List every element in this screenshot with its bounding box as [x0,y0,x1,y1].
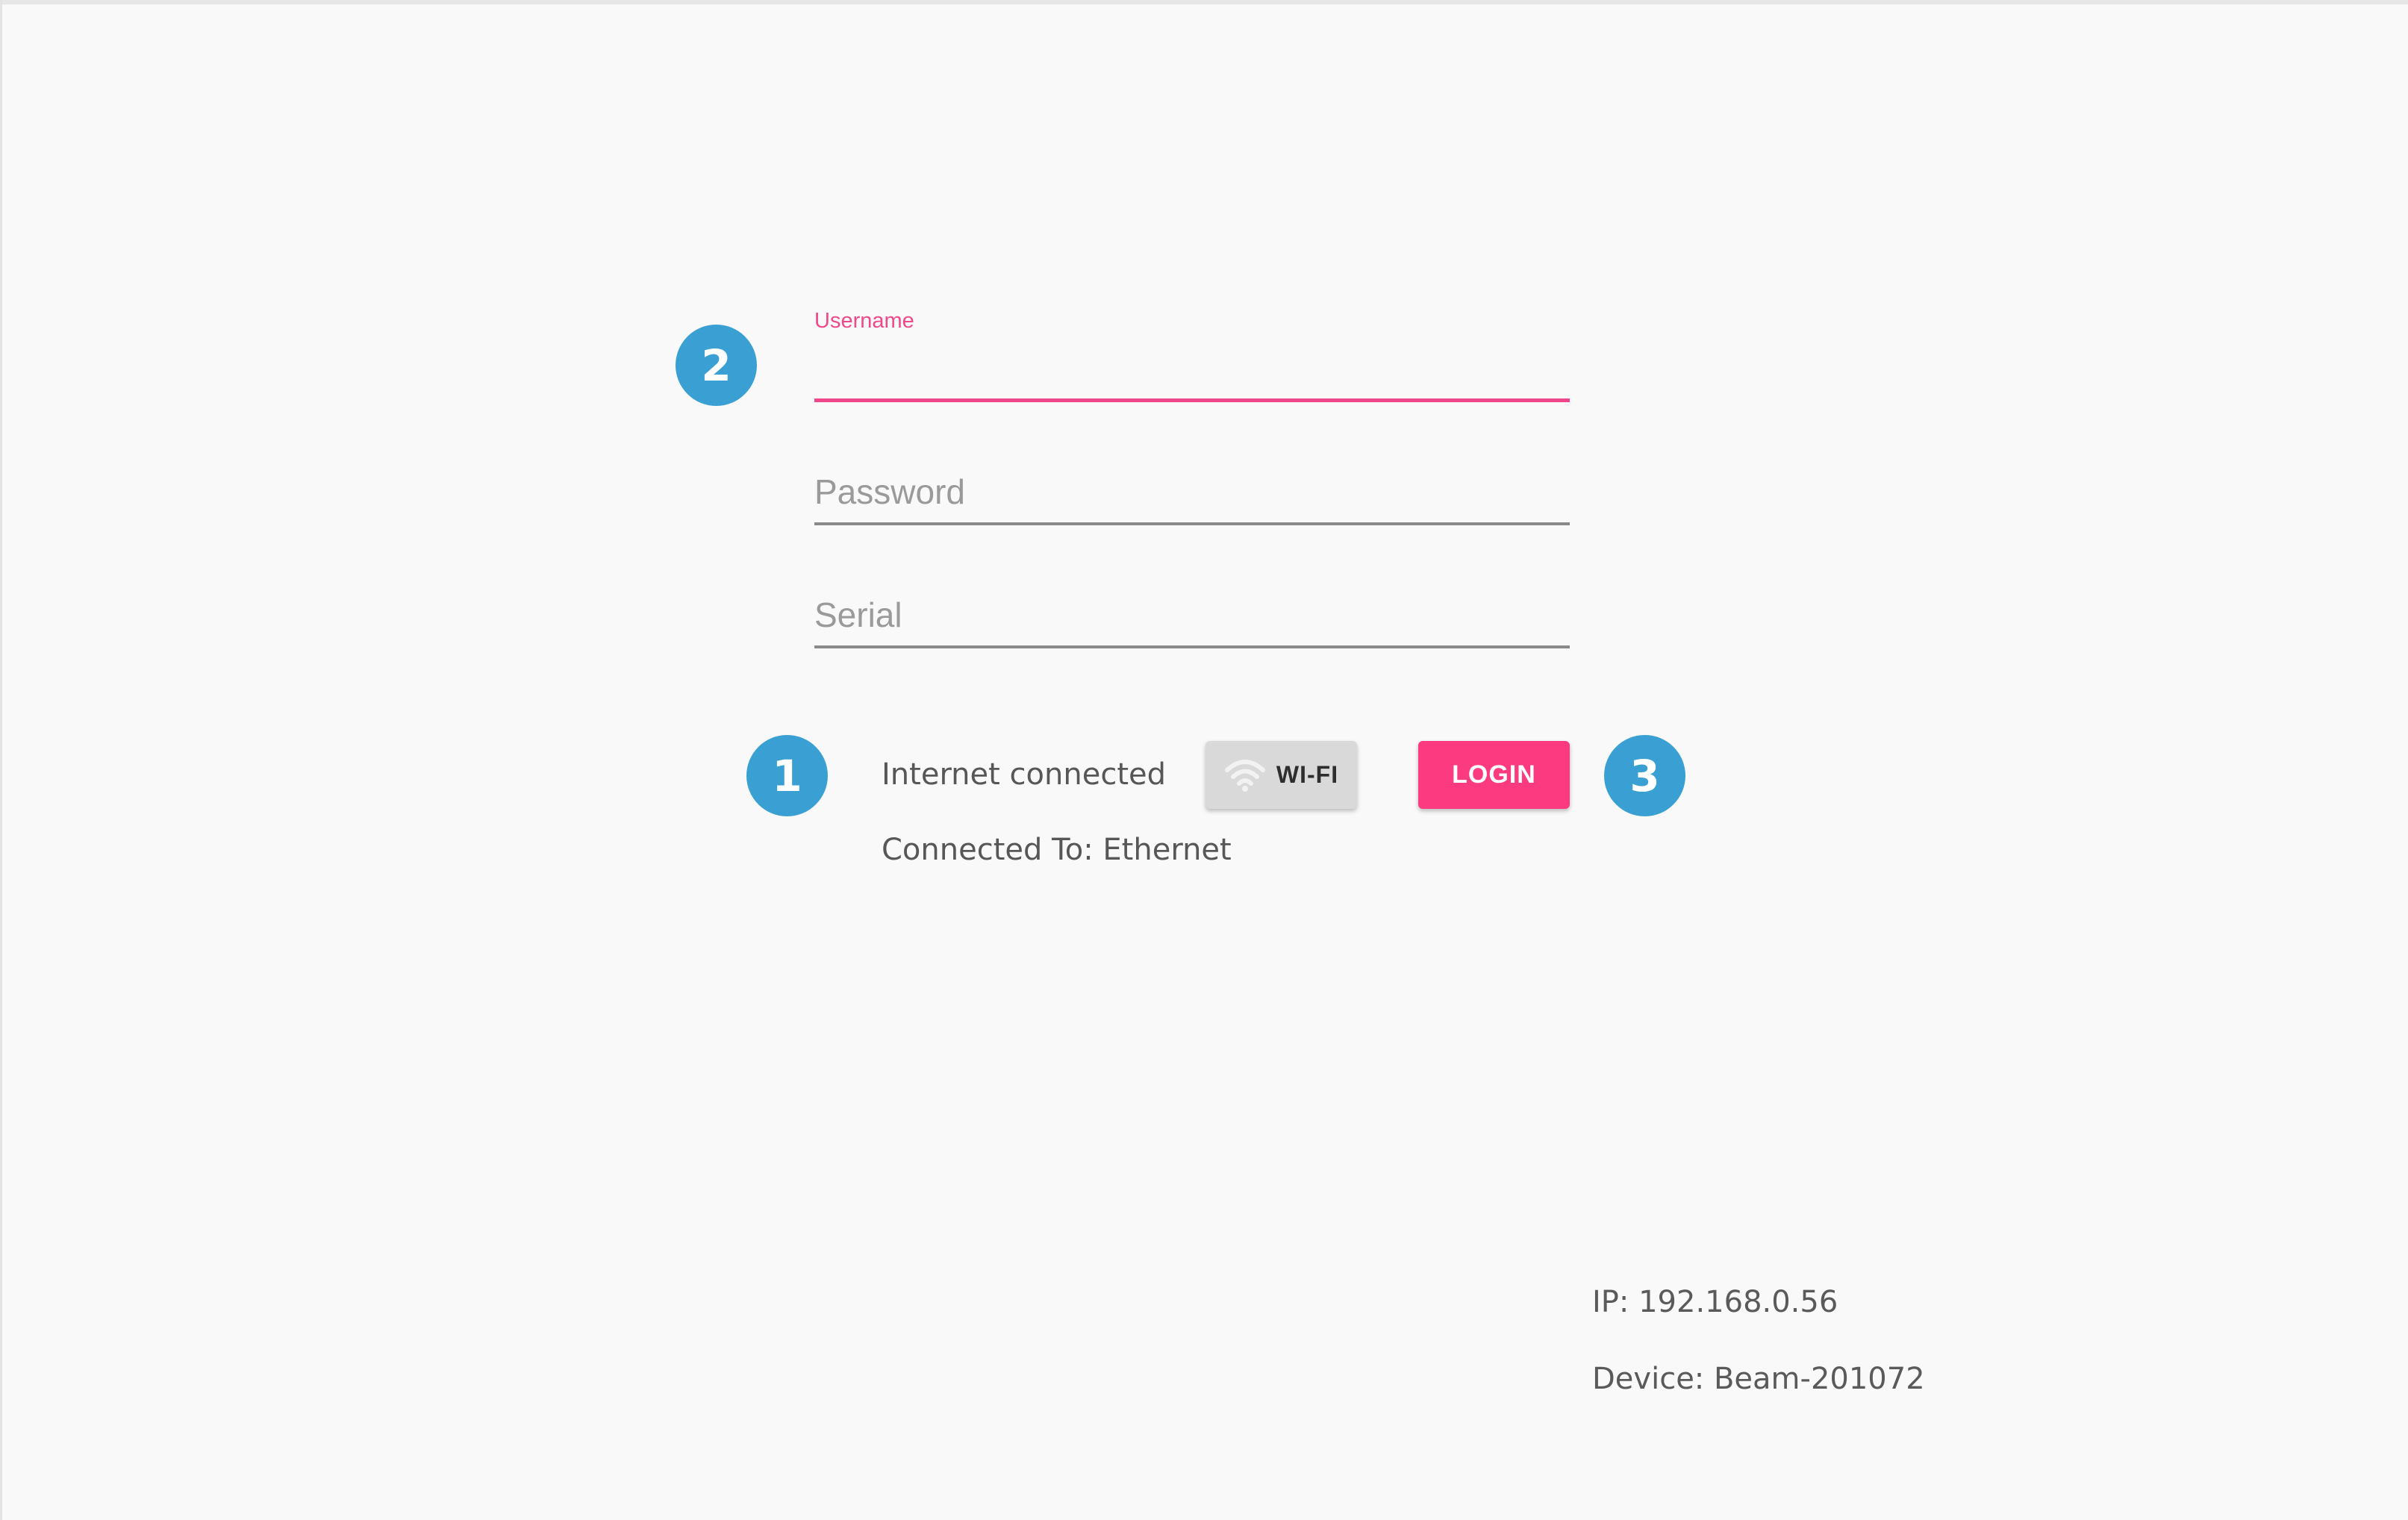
window-top-edge [0,0,2408,4]
connection-type: Connected To: Ethernet [882,833,1232,867]
callout-marker-3: 3 [1604,735,1685,816]
wifi-button[interactable]: WI-FI [1205,741,1357,809]
callout-marker-2: 2 [676,325,757,406]
serial-underline [814,645,1570,648]
serial-field[interactable]: Serial [814,586,1570,650]
device-name: Device: Beam-201072 [1592,1362,1925,1396]
username-label: Username [814,309,914,333]
password-field[interactable]: Password [814,463,1570,527]
serial-input[interactable] [814,593,1570,638]
password-input[interactable] [814,470,1570,515]
wifi-button-label: WI-FI [1276,761,1339,788]
callout-marker-1: 1 [746,735,828,816]
window-left-edge [0,0,2,1520]
username-field[interactable]: Username [814,306,1570,403]
password-underline [814,522,1570,525]
username-underline [814,398,1570,402]
login-button[interactable]: LOGIN [1418,741,1570,809]
wifi-icon [1224,758,1266,792]
login-button-label: LOGIN [1452,760,1536,789]
username-input[interactable] [814,349,1570,394]
internet-status: Internet connected [882,757,1166,792]
ip-address: IP: 192.168.0.56 [1592,1285,1838,1319]
